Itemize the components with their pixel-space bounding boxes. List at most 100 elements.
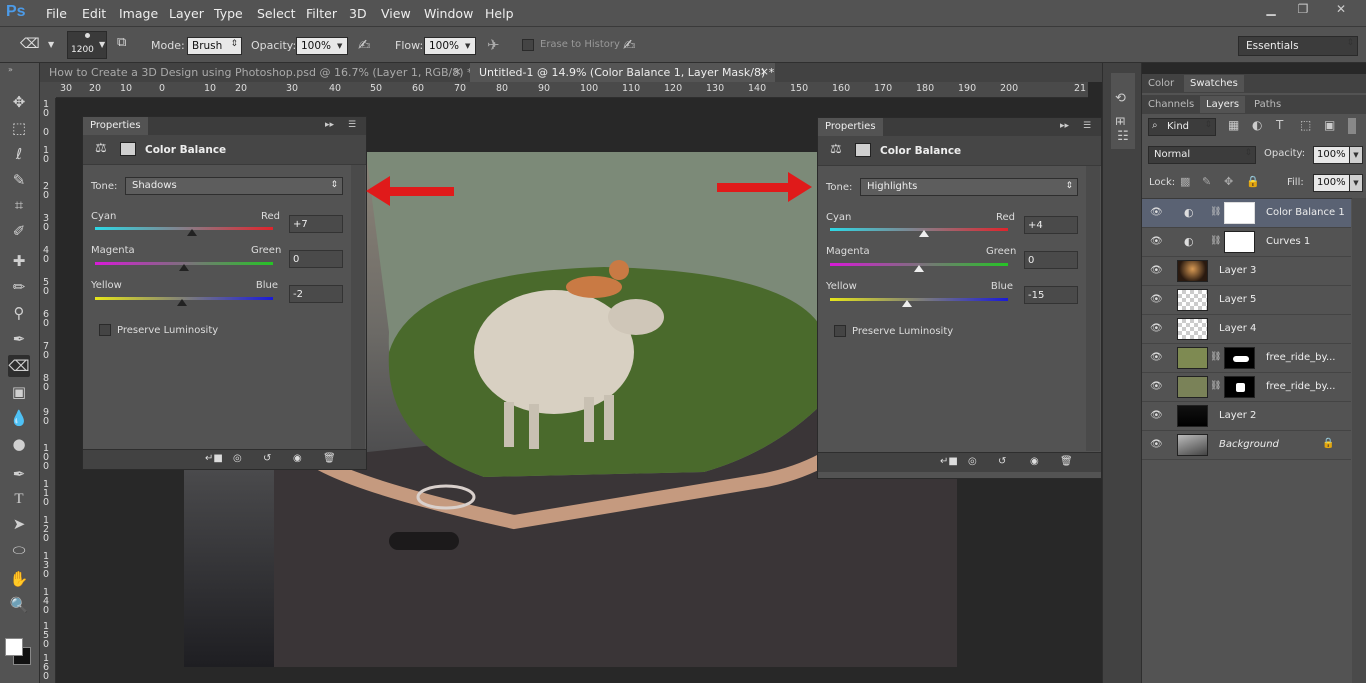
layer-filter-select[interactable]: Kind	[1148, 118, 1216, 136]
lock-all-icon[interactable]: 🔒	[1246, 175, 1260, 188]
eraser-tool-icon[interactable]: ⌫	[20, 36, 40, 52]
ellipse-tool-icon[interactable]: ⬭	[8, 539, 30, 561]
tab-color[interactable]: Color	[1142, 75, 1180, 92]
ruler-origin[interactable]	[40, 82, 56, 98]
layer-thumbnail[interactable]	[1177, 347, 1208, 369]
filter-adjustment-icon[interactable]: ◐	[1252, 118, 1262, 132]
mode-select[interactable]: Brush	[187, 37, 242, 55]
visibility-eye-icon[interactable]: 👁	[1150, 294, 1163, 305]
dodge-tool-icon[interactable]: ●	[8, 433, 30, 455]
flow-dropdown-icon[interactable]: ▼	[465, 42, 470, 50]
menu-layer[interactable]: Layer	[169, 6, 204, 21]
layer-thumbnail[interactable]	[1177, 376, 1208, 398]
layer-row[interactable]: 👁 ⛓ free_ride_by...	[1142, 373, 1351, 402]
pressure-size-icon[interactable]: ✍	[623, 36, 636, 54]
collapse-panel-icon[interactable]: ▸▸	[1060, 121, 1069, 131]
cyan-red-slider[interactable]	[95, 227, 273, 230]
panel-scrollbar[interactable]	[1086, 166, 1100, 451]
brush-picker-chevron-icon[interactable]: ▼	[99, 40, 105, 49]
visibility-eye-icon[interactable]: 👁	[1150, 439, 1163, 450]
properties-tab[interactable]: Properties	[818, 118, 883, 136]
layer-thumbnail[interactable]	[1177, 434, 1208, 456]
restore-icon[interactable]: ❐	[1288, 2, 1318, 18]
brush-panel-icon[interactable]: ⧉	[117, 35, 137, 55]
layer-opacity-input[interactable]: 100%	[1313, 146, 1351, 164]
menu-3d[interactable]: 3D	[349, 6, 367, 21]
tab-layers[interactable]: Layers	[1200, 96, 1246, 113]
layer-row[interactable]: 👁 Layer 5	[1142, 286, 1351, 315]
panel-scrollbar[interactable]	[351, 165, 365, 452]
blend-mode-select[interactable]: Normal	[1148, 146, 1256, 164]
tab-doc-2[interactable]: Untitled-1 @ 14.9% (Color Balance 1, Lay…	[470, 63, 775, 82]
ruler-vertical[interactable]: 10 0 10 20 30 40 50 60 70 80 90 100 110 …	[40, 98, 56, 683]
type-tool-icon[interactable]: T	[8, 488, 30, 510]
brush-tool-icon[interactable]: ✏	[8, 276, 30, 298]
visibility-eye-icon[interactable]: 👁	[1150, 410, 1163, 421]
layer-opacity-dropdown-icon[interactable]: ▼	[1349, 146, 1363, 164]
history-panel-icon[interactable]: ⟲	[1115, 91, 1126, 106]
lock-image-icon[interactable]: ✎	[1202, 175, 1211, 188]
layer-row[interactable]: 👁 Layer 3	[1142, 257, 1351, 286]
link-chain-icon[interactable]: ⛓	[1210, 207, 1221, 217]
pressure-opacity-icon[interactable]: ✍	[358, 36, 371, 54]
eyedropper-tool-icon[interactable]: ✐	[8, 220, 30, 242]
visibility-eye-icon[interactable]: 👁	[1150, 265, 1163, 276]
preserve-luminosity-checkbox[interactable]	[99, 324, 111, 336]
magenta-green-slider-thumb[interactable]	[914, 265, 924, 272]
tone-select[interactable]: Highlights	[860, 178, 1078, 196]
lasso-tool-icon[interactable]: ℓ	[8, 143, 30, 165]
magenta-green-value[interactable]: 0	[289, 250, 343, 268]
layer-mask-thumbnail[interactable]	[1224, 347, 1255, 369]
mask-icon[interactable]	[120, 142, 136, 156]
link-chain-icon[interactable]: ⛓	[1210, 381, 1221, 391]
panel-menu-icon[interactable]: ☰	[1083, 121, 1091, 131]
history-brush-tool-icon[interactable]: ✒	[8, 328, 30, 350]
link-chain-icon[interactable]: ⛓	[1210, 352, 1221, 362]
layer-mask-thumbnail[interactable]	[1224, 376, 1255, 398]
pen-tool-icon[interactable]: ✒	[8, 463, 30, 485]
collapse-toolbar-icon[interactable]: »	[8, 65, 13, 74]
yellow-blue-slider-thumb[interactable]	[902, 300, 912, 307]
view-previous-icon[interactable]: ◎	[233, 453, 242, 464]
layer-row[interactable]: 👁 Layer 4	[1142, 315, 1351, 344]
layers-empty-area[interactable]	[1142, 460, 1352, 683]
magenta-green-value[interactable]: 0	[1024, 251, 1078, 269]
tab-paths[interactable]: Paths	[1248, 96, 1287, 113]
yellow-blue-slider-thumb[interactable]	[177, 299, 187, 306]
healing-brush-tool-icon[interactable]: ✚	[8, 250, 30, 272]
marquee-tool-icon[interactable]: ⬚	[8, 117, 30, 139]
ruler-horizontal[interactable]: 30 20 10 0 10 20 30 40 50 60 70 80 90 10…	[56, 82, 1088, 98]
menu-type[interactable]: Type	[214, 6, 243, 21]
link-chain-icon[interactable]: ⛓	[1210, 236, 1221, 246]
airbrush-icon[interactable]: ✈	[487, 36, 500, 54]
path-selection-tool-icon[interactable]: ➤	[8, 513, 30, 535]
lock-position-icon[interactable]: ✥	[1224, 175, 1233, 188]
fill-input[interactable]: 100%	[1313, 174, 1351, 192]
reset-icon[interactable]: ↺	[263, 453, 271, 464]
move-tool-icon[interactable]: ✥	[8, 91, 30, 113]
visibility-eye-icon[interactable]: 👁	[1150, 352, 1163, 363]
visibility-eye-icon[interactable]: 👁	[1150, 207, 1163, 218]
tab-channels[interactable]: Channels	[1142, 96, 1200, 113]
filter-pixel-icon[interactable]: ▦	[1228, 118, 1239, 132]
preserve-luminosity-checkbox[interactable]	[834, 325, 846, 337]
layer-mask-thumbnail[interactable]	[1224, 202, 1255, 224]
hand-tool-icon[interactable]: ✋	[8, 568, 30, 590]
zoom-tool-icon[interactable]: 🔍	[8, 594, 30, 616]
cyan-red-slider-thumb[interactable]	[187, 229, 197, 236]
cyan-red-value[interactable]: +7	[289, 215, 343, 233]
filter-type-icon[interactable]: T	[1276, 118, 1283, 132]
tool-preset-chevron-icon[interactable]: ▼	[48, 40, 54, 49]
layer-row[interactable]: 👁 Background 🔒	[1142, 431, 1351, 460]
clip-to-layer-icon[interactable]: ↵■	[205, 453, 223, 464]
properties-panel-icon[interactable]: ☷	[1111, 125, 1135, 149]
menu-file[interactable]: File	[46, 6, 67, 21]
tab-doc-1[interactable]: How to Create a 3D Design using Photosho…	[40, 63, 473, 82]
layers-scrollbar[interactable]	[1352, 198, 1366, 683]
crop-tool-icon[interactable]: ⌗	[8, 194, 30, 216]
collapse-panel-icon[interactable]: ▸▸	[325, 120, 334, 130]
panel-menu-icon[interactable]: ☰	[348, 120, 356, 130]
cyan-red-value[interactable]: +4	[1024, 216, 1078, 234]
menu-view[interactable]: View	[381, 6, 411, 21]
erase-history-checkbox[interactable]	[522, 39, 534, 51]
